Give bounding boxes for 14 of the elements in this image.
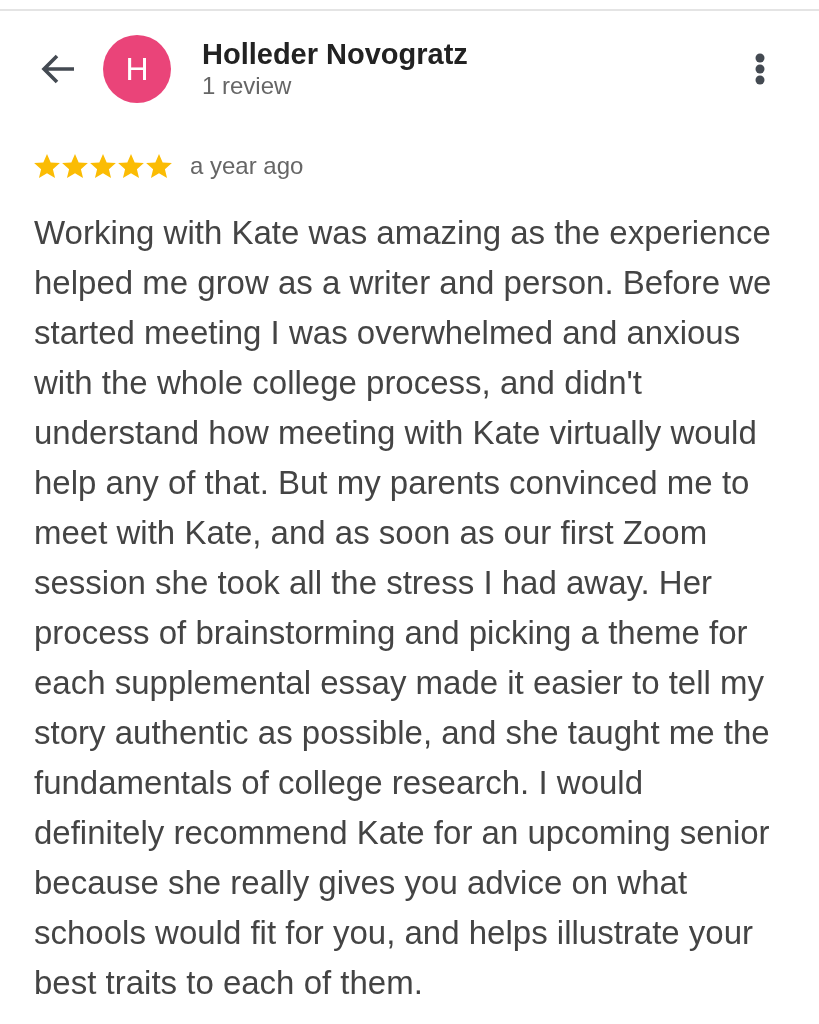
review-count: 1 review <box>202 71 292 101</box>
star-icon <box>34 153 60 179</box>
star-icon <box>146 153 172 179</box>
more-vertical-icon <box>755 53 765 85</box>
review-time: a year ago <box>190 152 304 180</box>
back-button[interactable] <box>40 54 76 84</box>
back-arrow-icon <box>40 54 76 84</box>
star-icon <box>118 153 144 179</box>
more-options-button[interactable] <box>755 53 765 85</box>
avatar: H <box>103 35 171 103</box>
review-text: Working with Kate was amazing as the experience helped me grow as a writer and person. Before we started meeting I was overwhelmed and anxious with the whole college process, and didn't understand how meeting with Kate virtually would help any of that. But my parents convinced me to meet with Kate, and as soon as our first Zoom session she took all the stress I had away. Her process of brainstorming and picking a theme for each supplemental essay made it easier to tell my story authentic as possible, and she taught me the fundamentals of college research. I would definitely recommend Kate for an upcoming senior because she really gives you advice on what schools would fit for you, and helps illustrate your best traits to each of them. <box>34 213 773 1003</box>
star-icon <box>90 153 116 179</box>
star-icon <box>62 153 88 179</box>
reviewer-name: Holleder Novogratz <box>202 37 468 71</box>
